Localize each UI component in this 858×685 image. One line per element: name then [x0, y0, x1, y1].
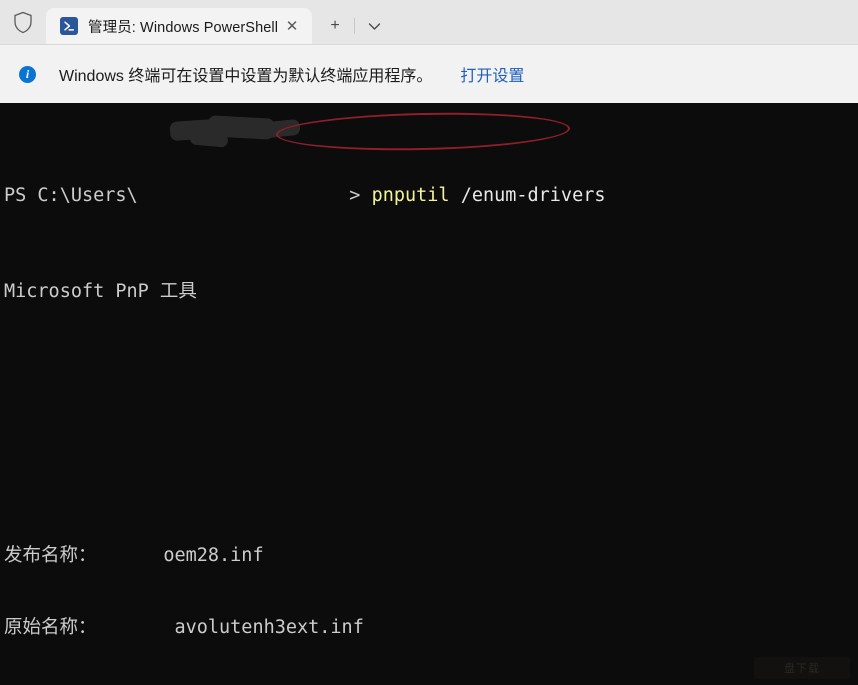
- terminal-output-area[interactable]: PS C:\Users\ > pnputil /enum-drivers Mic…: [0, 103, 858, 685]
- pnp-header-line: Microsoft PnP 工具: [4, 281, 197, 302]
- field-label: 发布名称：: [4, 545, 97, 566]
- tab-title: 管理员: Windows PowerShell: [88, 19, 279, 36]
- field-value: avolutenh3ext.inf: [174, 617, 364, 638]
- powershell-icon: [60, 17, 78, 35]
- divider: [354, 18, 356, 34]
- driver-field-row: 原始名称： avolutenh3ext.inf: [4, 616, 858, 640]
- command-args: /enum-drivers: [460, 185, 606, 206]
- tab-powershell[interactable]: 管理员: Windows PowerShell ✕: [46, 8, 313, 44]
- command-args-sep: [450, 185, 461, 206]
- tab-bar-actions: +: [312, 8, 391, 44]
- watermark: 盘下载: [754, 657, 850, 679]
- prompt-prefix: PS C:\Users: [4, 185, 127, 206]
- chevron-down-icon[interactable]: [357, 11, 391, 41]
- driver-field-row: 发布名称： oem28.inf: [4, 544, 858, 568]
- redacted-username: \: [126, 185, 350, 206]
- prompt-suffix: >: [349, 185, 372, 206]
- prompt-line: PS C:\Users\ > pnputil /enum-drivers: [4, 184, 858, 208]
- command-name: pnputil: [371, 185, 450, 206]
- field-value: oem28.inf: [163, 545, 264, 566]
- notification-bar: i Windows 终端可在设置中设置为默认终端应用程序。 打开设置: [0, 44, 858, 103]
- close-icon[interactable]: ✕: [278, 13, 306, 39]
- info-icon: i: [19, 65, 36, 83]
- title-bar: 管理员: Windows PowerShell ✕ +: [0, 0, 858, 44]
- open-settings-link[interactable]: 打开设置: [460, 62, 524, 86]
- new-tab-icon[interactable]: +: [318, 11, 352, 41]
- shield-icon: [0, 0, 46, 44]
- field-label: 原始名称：: [4, 617, 97, 638]
- notification-message: Windows 终端可在设置中设置为默认终端应用程序。: [59, 68, 433, 85]
- terminal-text: PS C:\Users\ > pnputil /enum-drivers Mic…: [0, 103, 858, 685]
